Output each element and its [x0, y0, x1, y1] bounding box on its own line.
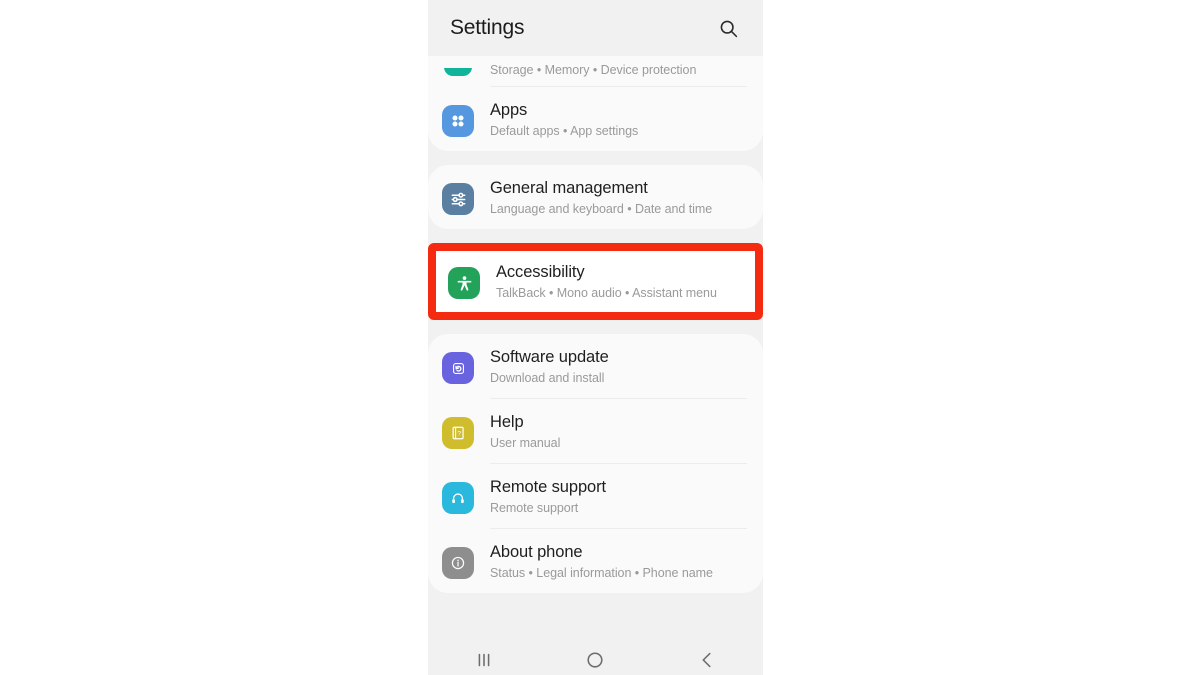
settings-row-subtitle: Status • Legal information • Phone name: [490, 566, 713, 580]
svg-text:?: ?: [457, 430, 461, 437]
update-refresh-icon: [442, 352, 474, 384]
system-navigation-bar: [428, 638, 763, 675]
screenshot-canvas: Settings Storage • Memory • Device prote…: [0, 0, 1200, 675]
accessibility-highlight-box: Accessibility TalkBack • Mono audio • As…: [428, 243, 763, 320]
page-title: Settings: [450, 16, 525, 39]
settings-row-title: Remote support: [490, 478, 606, 496]
row-text: Software update Download and install: [490, 346, 747, 386]
sliders-icon: [442, 183, 474, 215]
info-icon: [442, 547, 474, 579]
row-text: Remote support Remote support: [490, 476, 747, 516]
back-icon[interactable]: [677, 649, 737, 675]
row-text: Accessibility TalkBack • Mono audio • As…: [496, 261, 739, 301]
phone-screen: Settings Storage • Memory • Device prote…: [428, 0, 763, 675]
settings-row-subtitle: Download and install: [490, 371, 605, 385]
device-care-icon: [442, 68, 474, 78]
settings-card-apps: Storage • Memory • Device protection App…: [428, 56, 763, 151]
settings-row-about-phone[interactable]: About phone Status • Legal information •…: [428, 529, 763, 593]
settings-row-title: General management: [490, 179, 648, 197]
row-text: Storage • Memory • Device protection: [490, 61, 747, 78]
app-bar: Settings: [428, 0, 763, 56]
settings-row-general-management[interactable]: General management Language and keyboard…: [428, 165, 763, 229]
settings-list[interactable]: Storage • Memory • Device protection App…: [428, 56, 763, 593]
home-icon[interactable]: [565, 649, 625, 675]
settings-row-title: Help: [490, 413, 524, 431]
settings-row-subtitle: User manual: [490, 436, 561, 450]
settings-row-accessibility[interactable]: Accessibility TalkBack • Mono audio • As…: [436, 251, 755, 312]
settings-row-remote-support[interactable]: Remote support Remote support: [428, 464, 763, 528]
row-text: General management Language and keyboard…: [490, 177, 747, 217]
settings-row-subtitle: Storage • Memory • Device protection: [490, 63, 697, 77]
row-text: Apps Default apps • App settings: [490, 99, 747, 139]
settings-card-general-management: General management Language and keyboard…: [428, 165, 763, 229]
settings-row-device-care[interactable]: Storage • Memory • Device protection: [428, 56, 763, 86]
accessibility-person-icon: [448, 267, 480, 299]
headset-icon: [442, 482, 474, 514]
settings-row-subtitle: TalkBack • Mono audio • Assistant menu: [496, 286, 717, 300]
help-book-icon: ?: [442, 417, 474, 449]
settings-row-title: Software update: [490, 348, 609, 366]
settings-row-title: Apps: [490, 101, 528, 119]
settings-row-subtitle: Default apps • App settings: [490, 124, 639, 138]
search-icon[interactable]: [711, 11, 745, 45]
settings-row-subtitle: Remote support: [490, 501, 579, 515]
recents-icon[interactable]: [454, 649, 514, 675]
settings-row-title: About phone: [490, 543, 583, 561]
row-text: Help User manual: [490, 411, 747, 451]
settings-row-title: Accessibility: [496, 263, 585, 281]
row-text: About phone Status • Legal information •…: [490, 541, 747, 581]
settings-row-apps[interactable]: Apps Default apps • App settings: [428, 87, 763, 151]
settings-card-support: Software update Download and install ? H…: [428, 334, 763, 593]
apps-grid-icon: [442, 105, 474, 137]
settings-row-subtitle: Language and keyboard • Date and time: [490, 202, 713, 216]
settings-row-help[interactable]: ? Help User manual: [428, 399, 763, 463]
settings-row-software-update[interactable]: Software update Download and install: [428, 334, 763, 398]
